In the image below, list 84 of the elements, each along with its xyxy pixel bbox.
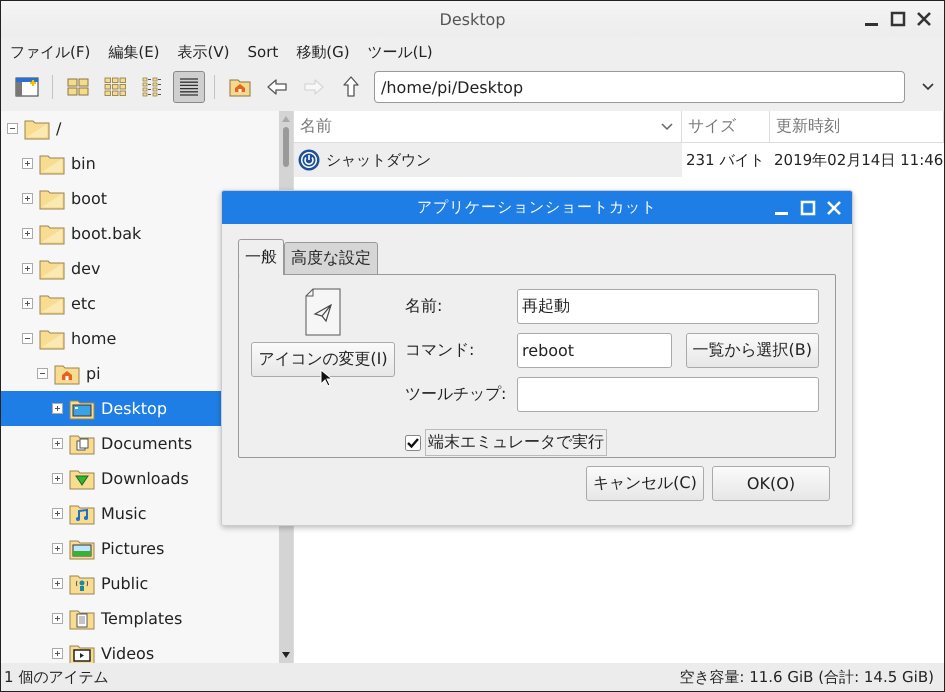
folder-icon <box>39 188 65 210</box>
maximize-icon[interactable] <box>890 11 906 27</box>
templates-folder-icon <box>69 608 95 630</box>
documents-folder-icon <box>69 432 95 454</box>
sort-caret-icon <box>661 122 673 130</box>
field-label: コマンド: <box>405 340 476 362</box>
choose-from-list-button[interactable]: 一覧から選択(B) <box>686 333 819 368</box>
tab[interactable]: 高度な設定 <box>284 242 378 274</box>
menu-item[interactable]: 編集(E) <box>108 42 160 62</box>
folder-icon <box>39 258 65 280</box>
location-field[interactable]: /home/pi/Desktop <box>374 71 905 103</box>
desktop-folder-icon <box>69 398 95 420</box>
text-field[interactable] <box>517 377 819 412</box>
expand-icon[interactable] <box>52 508 63 519</box>
column-header[interactable]: サイズ <box>682 111 770 143</box>
ok-button[interactable]: OK(O) <box>712 466 830 501</box>
folder-icon <box>39 222 65 244</box>
menu-item[interactable]: 移動(G) <box>296 42 350 62</box>
pictures-folder-icon <box>69 538 95 560</box>
file-size-cell-text: 231 バイト <box>685 150 766 170</box>
folder-icon <box>39 328 65 350</box>
expand-icon[interactable] <box>22 228 33 239</box>
menu-item[interactable]: ファイル(F) <box>10 42 90 62</box>
tree-item[interactable]: / <box>1 111 279 146</box>
change-icon-button[interactable]: アイコンの変更(I) <box>251 342 395 377</box>
view-mode-icon <box>140 75 164 99</box>
expand-icon[interactable] <box>52 543 63 554</box>
expand-icon[interactable] <box>52 578 63 589</box>
tree-item[interactable]: Downloads <box>1 461 279 496</box>
expand-icon[interactable] <box>22 263 33 274</box>
file-name-cell[interactable]: シャットダウン <box>294 143 682 177</box>
tree-item[interactable]: Pictures <box>1 531 279 566</box>
tab[interactable]: 一般 <box>238 239 284 275</box>
expand-icon[interactable] <box>52 403 63 414</box>
column-header[interactable]: 更新時刻 <box>770 111 944 143</box>
folder-icon <box>24 118 50 140</box>
tree-item[interactable]: Documents <box>1 426 279 461</box>
power-icon <box>298 149 320 171</box>
tree-item[interactable]: etc <box>1 286 279 321</box>
field-label: 名前: <box>405 296 444 317</box>
expand-icon[interactable] <box>52 648 63 659</box>
expand-icon[interactable] <box>52 438 63 449</box>
menu-item[interactable]: Sort <box>248 43 278 61</box>
checkbox-label[interactable]: 端末エミュレータで実行 <box>425 429 607 456</box>
expand-icon[interactable] <box>22 298 33 309</box>
home-folder-icon <box>54 362 80 384</box>
tree-item[interactable]: Templates <box>1 601 279 636</box>
menu-item[interactable]: 表示(V) <box>178 42 230 62</box>
paper-plane-file-icon <box>305 288 341 336</box>
tree-item[interactable]: Public <box>1 566 279 601</box>
collapse-icon[interactable] <box>7 123 18 134</box>
close-icon[interactable] <box>916 11 932 27</box>
new-window-icon <box>15 75 39 99</box>
expand-icon[interactable] <box>22 193 33 204</box>
tree-item[interactable]: boot <box>1 181 279 216</box>
expand-icon[interactable] <box>22 158 33 169</box>
view-mode-button[interactable] <box>173 71 205 103</box>
scrollbar-thumb[interactable] <box>283 127 289 167</box>
field-label: ツールチップ: <box>405 384 508 406</box>
cancel-button[interactable]: キャンセル(C) <box>586 466 704 501</box>
music-folder-icon <box>69 502 95 524</box>
view-mode-icon <box>103 75 127 99</box>
tree-item[interactable]: Music <box>1 496 279 531</box>
file-date-cell-text: 2019年02月14日 11:46 <box>773 150 944 170</box>
scroll-down-icon[interactable] <box>281 651 291 659</box>
collapse-icon[interactable] <box>37 368 48 379</box>
text-field[interactable]: reboot <box>517 333 672 368</box>
downloads-folder-icon <box>69 468 95 490</box>
text-field[interactable]: 再起動 <box>517 288 819 324</box>
menu-item[interactable]: ツール(L) <box>368 42 433 62</box>
tree-item[interactable]: bin <box>1 146 279 181</box>
status-text: 1 個のアイテム <box>4 668 108 686</box>
free-space-text: 空き容量: 11.6 GiB (合計: 14.5 GiB) <box>679 668 934 686</box>
public-folder-icon <box>69 572 95 594</box>
mouse-cursor-icon <box>320 369 332 387</box>
collapse-icon[interactable] <box>22 333 33 344</box>
expand-icon[interactable] <box>52 473 63 484</box>
expand-icon[interactable] <box>52 613 63 624</box>
folder-icon <box>39 152 65 174</box>
dropdown-icon[interactable] <box>922 83 934 91</box>
folder-icon <box>39 292 65 314</box>
checkbox[interactable] <box>405 434 421 451</box>
window-title: Desktop <box>440 10 506 28</box>
dialog-title: アプリケーションショートカット <box>417 198 657 217</box>
